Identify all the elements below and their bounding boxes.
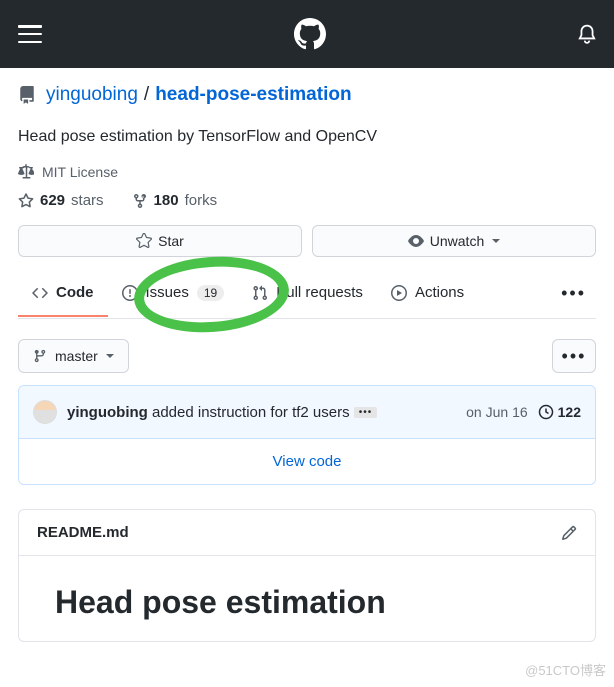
view-code-link[interactable]: View code: [19, 438, 595, 484]
readme-title: Head pose estimation: [55, 584, 559, 621]
branch-select-button[interactable]: master: [18, 339, 129, 373]
star-icon: [136, 233, 152, 249]
issues-count-badge: 19: [197, 285, 224, 301]
menu-button[interactable]: [18, 25, 42, 43]
avatar[interactable]: [33, 400, 57, 424]
star-button[interactable]: Star: [18, 225, 302, 257]
tab-actions[interactable]: Actions: [377, 270, 478, 317]
history-icon: [538, 404, 554, 420]
code-icon: [32, 285, 48, 301]
issue-icon: [122, 285, 138, 301]
readme-filename[interactable]: README.md: [37, 524, 129, 541]
law-icon: [18, 164, 34, 180]
star-icon: [18, 193, 34, 209]
pull-request-icon: [252, 285, 268, 301]
ellipsis-button[interactable]: •••: [354, 407, 378, 418]
breadcrumb-separator: /: [144, 84, 149, 106]
commit-count[interactable]: 122: [538, 404, 581, 420]
tab-issues[interactable]: Issues 19: [108, 270, 239, 317]
repo-description: Head pose estimation by TensorFlow and O…: [18, 128, 596, 146]
license-text: MIT License: [42, 164, 118, 180]
github-logo[interactable]: [294, 18, 326, 50]
commit-message[interactable]: yinguobing added instruction for tf2 use…: [67, 404, 456, 421]
tab-pull-requests[interactable]: Pull requests: [238, 270, 377, 317]
chevron-down-icon: [106, 354, 114, 362]
chevron-down-icon: [492, 239, 500, 247]
stars-count[interactable]: 629stars: [18, 192, 104, 209]
fork-icon: [132, 193, 148, 209]
notifications-icon[interactable]: [578, 24, 596, 44]
branch-icon: [33, 349, 47, 363]
forks-count[interactable]: 180forks: [132, 192, 218, 209]
tabs-more-button[interactable]: •••: [551, 269, 596, 318]
play-icon: [391, 285, 407, 301]
owner-link[interactable]: yinguobing: [46, 84, 138, 106]
code-more-button[interactable]: •••: [552, 339, 596, 373]
eye-icon: [408, 233, 424, 249]
commit-date: on Jun 16: [466, 404, 528, 420]
repo-link[interactable]: head-pose-estimation: [155, 84, 351, 106]
repo-icon: [18, 86, 36, 104]
watermark: @51CTO博客: [525, 660, 606, 679]
license-row[interactable]: MIT License: [18, 164, 596, 180]
pencil-icon[interactable]: [561, 525, 577, 541]
tab-code[interactable]: Code: [18, 270, 108, 317]
breadcrumb: yinguobing / head-pose-estimation: [18, 84, 596, 106]
unwatch-button[interactable]: Unwatch: [312, 225, 596, 257]
